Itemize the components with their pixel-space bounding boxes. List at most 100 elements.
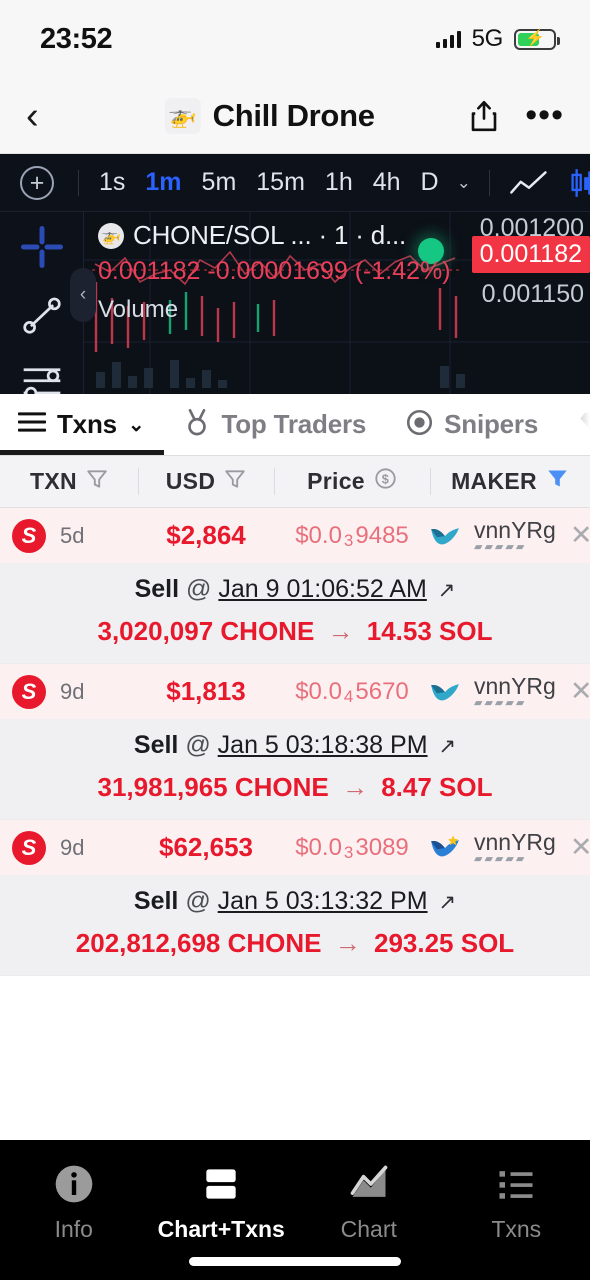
target-icon	[406, 409, 433, 441]
filter-active-icon[interactable]	[546, 467, 569, 496]
external-link-icon[interactable]: ↗	[435, 735, 457, 758]
tab-top-traders-label: Top Traders	[221, 409, 367, 439]
cell-maker[interactable]: vnnYRg ▰▰▰▰▰ ✕	[430, 518, 590, 553]
tab-top-traders[interactable]: Top Traders	[164, 394, 386, 455]
candlestick-chart-type-icon[interactable]	[558, 168, 590, 198]
maker-identity[interactable]: vnnYRg ▰▰▰▰▰	[474, 518, 556, 553]
transaction-summary-row[interactable]: S 9d $62,653 $0.0 33089 vnnYRg ▰▰▰▰▰ ✕	[0, 820, 590, 875]
share-icon[interactable]	[469, 99, 499, 133]
maker-address-bars: ▰▰▰▰▰	[474, 697, 527, 710]
maker-identity[interactable]: vnnYRg ▰▰▰▰▰	[474, 674, 556, 709]
transaction-timestamp[interactable]: Jan 5 03:13:32 PM	[218, 887, 428, 915]
header-actions: •••	[469, 98, 564, 133]
transaction-timestamp[interactable]: Jan 5 03:18:38 PM	[218, 731, 428, 759]
legend-token-icon: 🚁	[98, 222, 124, 249]
maker-bird-icon	[430, 522, 460, 548]
signal-strength-icon	[435, 30, 461, 48]
chart-legend: 🚁 CHONE/SOL ... · 1 · d... 0.001182 -0.0…	[98, 220, 451, 324]
tab-holders[interactable]: Holders	[558, 394, 590, 455]
arrow-icon: →	[341, 772, 368, 802]
volume-indicator-label: Volume	[98, 296, 179, 323]
timeframe-4h[interactable]: 4h	[363, 168, 411, 197]
tab-txns[interactable]: Txns ⌄	[0, 394, 165, 455]
price-prefix: $0.0	[295, 521, 342, 549]
tab-snipers[interactable]: Snipers	[386, 394, 558, 455]
medal-icon	[184, 408, 210, 441]
table-column-headers: TXN USD Price $ MAKER	[0, 456, 590, 508]
transaction-list[interactable]: S 5d $2,864 $0.0 39485 vnnYRg ▰▰▰▰▰ ✕ Se…	[0, 508, 590, 1140]
price-zero-count: 4	[343, 686, 354, 706]
line-chart-type-icon[interactable]	[500, 170, 558, 196]
filter-icon[interactable]	[86, 468, 108, 496]
transaction-age: 5d	[60, 522, 85, 548]
column-header-maker-label: MAKER	[451, 468, 537, 494]
crosshair-tool-icon[interactable]	[19, 226, 65, 268]
column-header-txn[interactable]: TXN	[0, 456, 138, 507]
collapse-toolbar-button[interactable]: ‹	[70, 268, 96, 322]
add-indicator-button[interactable]: +	[20, 165, 54, 200]
transaction-summary-row[interactable]: S 5d $2,864 $0.0 39485 vnnYRg ▰▰▰▰▰ ✕	[0, 508, 590, 563]
timeframe-chevron-down-icon[interactable]: ⌄	[449, 173, 479, 193]
token-name-label: Chill Drone	[212, 97, 375, 133]
table-row[interactable]: S 9d $1,813 $0.0 45670 vnnYRg ▰▰▰▰▰ ✕ Se…	[0, 664, 590, 820]
transaction-action-line: Sell @ Jan 5 03:13:32 PM ↗	[0, 887, 590, 916]
cell-price: $0.0 33089	[274, 834, 430, 862]
sell-badge: S	[12, 674, 46, 709]
nav-item-chart[interactable]: Chart	[295, 1162, 443, 1243]
tab-snipers-label: Snipers	[444, 409, 539, 439]
timeframe-1m[interactable]: 1m	[135, 168, 191, 197]
table-row[interactable]: S 9d $62,653 $0.0 33089 vnnYRg ▰▰▰▰▰ ✕ S…	[0, 820, 590, 976]
external-link-icon[interactable]: ↗	[435, 891, 457, 914]
price-axis[interactable]: 0.001200 0.001182 0.001150	[458, 212, 590, 394]
transaction-at-symbol: @	[186, 575, 212, 603]
token-logo-icon: 🚁	[164, 97, 201, 134]
column-header-maker[interactable]: MAKER	[430, 456, 590, 507]
bottom-navigation: Info Chart+Txns Chart Txns	[0, 1140, 590, 1280]
timeframe-d[interactable]: D	[411, 168, 449, 197]
price-zero-count: 3	[343, 842, 354, 862]
transaction-action: Sell	[133, 731, 179, 759]
amount-in: 31,981,965 CHONE	[97, 772, 329, 802]
trend-line-tool-icon[interactable]	[19, 294, 65, 336]
cell-maker[interactable]: vnnYRg ▰▰▰▰▰ ✕	[430, 674, 590, 709]
back-button[interactable]: ‹	[26, 97, 70, 135]
cell-maker[interactable]: vnnYRg ▰▰▰▰▰ ✕	[430, 830, 590, 865]
timeframe-5m[interactable]: 5m	[192, 168, 247, 197]
transaction-summary-row[interactable]: S 9d $1,813 $0.0 45670 vnnYRg ▰▰▰▰▰ ✕	[0, 664, 590, 719]
maker-bird-starred-icon	[430, 834, 460, 860]
transaction-at-symbol: @	[185, 731, 211, 759]
price-digits: 5670	[355, 677, 409, 705]
timeframe-15m[interactable]: 15m	[246, 168, 315, 197]
column-header-txn-label: TXN	[30, 468, 77, 494]
close-icon[interactable]: ✕	[570, 521, 590, 549]
timeframe-1h[interactable]: 1h	[315, 168, 363, 197]
dollar-circle-icon[interactable]: $	[374, 467, 397, 496]
price-digits: 9485	[355, 521, 409, 549]
menu-icon	[17, 411, 47, 438]
price-prefix: $0.0	[295, 833, 342, 861]
price-zero-count: 3	[343, 530, 354, 550]
transaction-detail: Sell @ Jan 5 03:18:38 PM ↗ 31,981,965 CH…	[0, 719, 590, 819]
nav-item-info[interactable]: Info	[0, 1162, 148, 1243]
nav-item-chart-txns[interactable]: Chart+Txns	[148, 1162, 296, 1243]
chart-canvas-area[interactable]: ‹ 🚁 CHONE/SOL ... · 1 · d... 0.001182 -0…	[0, 212, 590, 394]
column-header-price[interactable]: Price $	[274, 456, 430, 507]
timeframe-1s[interactable]: 1s	[89, 168, 135, 197]
external-link-icon[interactable]: ↗	[434, 579, 456, 602]
nav-item-txns[interactable]: Txns	[443, 1162, 590, 1243]
column-header-usd[interactable]: USD	[138, 456, 274, 507]
maker-identity[interactable]: vnnYRg ▰▰▰▰▰	[474, 830, 556, 865]
close-icon[interactable]: ✕	[570, 677, 590, 705]
table-row[interactable]: S 5d $2,864 $0.0 39485 vnnYRg ▰▰▰▰▰ ✕ Se…	[0, 508, 590, 664]
chart-settings-tool-icon[interactable]	[19, 362, 65, 394]
tab-txns-chevron-down-icon[interactable]: ⌄	[128, 412, 145, 437]
filter-icon[interactable]	[224, 468, 246, 496]
maker-address-bars: ▰▰▰▰▰	[474, 541, 527, 554]
list-icon	[499, 1171, 533, 1199]
close-icon[interactable]: ✕	[570, 833, 590, 861]
nav-item-txns-label: Txns	[491, 1216, 542, 1242]
amount-out: 8.47 SOL	[381, 772, 493, 802]
maker-name: vnnYRg	[474, 672, 556, 699]
transaction-timestamp[interactable]: Jan 9 01:06:52 AM	[218, 575, 426, 603]
more-horizontal-icon[interactable]: •••	[525, 98, 564, 133]
